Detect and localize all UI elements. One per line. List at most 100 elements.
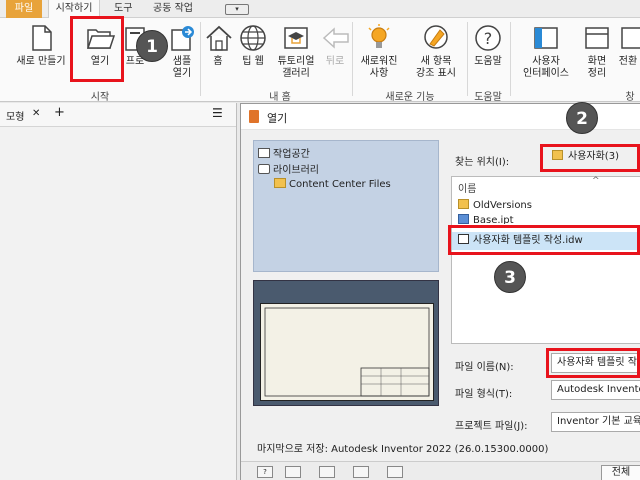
- step-badge-3: 3: [494, 261, 526, 293]
- menu-icon[interactable]: ☰: [212, 106, 223, 120]
- highlighter-icon: [420, 22, 452, 54]
- tips-web-button[interactable]: 팁 웹: [236, 22, 270, 68]
- group-label-window: 창: [625, 92, 635, 103]
- ribbon-separator: [352, 22, 353, 96]
- highlight-box-file: [448, 225, 640, 255]
- close-icon[interactable]: ✕: [32, 108, 40, 119]
- back-arrow-icon: [320, 22, 352, 54]
- whats-new-label-2: 사항: [369, 68, 389, 79]
- group-label-help: 도움말: [474, 92, 502, 103]
- model-browser-header: 모형 ✕ + ☰: [0, 103, 236, 127]
- arrange-windows-icon: [581, 22, 613, 54]
- help-button[interactable]: ? 도움말: [470, 22, 506, 68]
- highlight-box-look-in: [540, 144, 640, 172]
- tutorial-label-2: 갤러리: [282, 68, 310, 79]
- column-header-name[interactable]: 이름: [458, 180, 476, 195]
- open-samples-label-1: 샘플: [172, 56, 192, 67]
- question-mark-icon: ?: [472, 22, 504, 54]
- model-tab-label[interactable]: 모형: [6, 108, 24, 123]
- tree-item-workspace[interactable]: 작업공간: [258, 145, 310, 160]
- dialog-title: 열기: [267, 112, 288, 125]
- model-browser-panel: 모형 ✕ + ☰: [0, 103, 237, 480]
- inventor-app-icon: [249, 110, 259, 123]
- arrange-button[interactable]: 화면 정리: [580, 22, 614, 80]
- options-icon[interactable]: [387, 466, 403, 478]
- file-type-dropdown[interactable]: Autodesk Inventor: [551, 380, 640, 400]
- ui-label-2: 인터페이스: [523, 68, 569, 79]
- open-samples-icon: [166, 22, 198, 54]
- all-files-button[interactable]: 전체: [601, 465, 640, 480]
- ribbon-separator: [510, 22, 511, 96]
- look-in-label: 찾는 위치(I):: [455, 157, 510, 168]
- globe-icon: [237, 22, 269, 54]
- group-label-my-home: 내 홈: [269, 92, 291, 103]
- file-list[interactable]: 이름 ^ OldVersions Base.ipt 사용자화 템플릿 작성.id…: [451, 176, 640, 344]
- project-file-label: 프로젝트 파일(J):: [455, 421, 528, 432]
- sort-arrow-icon: ^: [592, 176, 600, 186]
- project-location-tree: 작업공간 라이브러리 Content Center Files: [253, 140, 439, 272]
- home-icon: [203, 22, 235, 54]
- back-button[interactable]: 뒤로: [320, 22, 350, 68]
- whats-new-button[interactable]: 새로워진 사항: [356, 22, 402, 80]
- new-button[interactable]: 새로 만들기: [12, 22, 70, 68]
- graduation-cap-icon: [280, 22, 312, 54]
- tips-web-label: 팁 웹: [242, 56, 264, 67]
- help-small-icon[interactable]: ?: [257, 466, 273, 478]
- part-file-icon: [458, 214, 469, 224]
- last-saved-info: 마지막으로 저장: Autodesk Inventor 2022 (26.0.1…: [257, 444, 549, 455]
- ribbon-separator: [200, 22, 201, 96]
- svg-text:?: ?: [484, 29, 493, 48]
- home-label: 홈: [213, 56, 223, 67]
- folder-icon: [458, 199, 469, 209]
- file-item[interactable]: Base.ipt: [458, 214, 514, 224]
- tree-item-libraries[interactable]: 라이브러리: [258, 161, 319, 176]
- tutorial-gallery-button[interactable]: 튜토리얼 갤러리: [271, 22, 321, 80]
- group-label-launch: 시작: [90, 92, 110, 103]
- project-file-dropdown[interactable]: Inventor 기본 교육: [551, 412, 640, 432]
- lightbulb-icon: [363, 22, 395, 54]
- new-button-label: 새로 만들기: [16, 56, 66, 67]
- preview-icon[interactable]: [319, 466, 335, 478]
- arrange-label-2: 정리: [587, 68, 607, 79]
- tab-collaborate[interactable]: 공동 작업: [153, 0, 193, 18]
- file-item[interactable]: OldVersions: [458, 198, 532, 214]
- tutorial-label-1: 튜토리얼: [277, 56, 315, 67]
- tree-item-label: 작업공간: [273, 149, 310, 160]
- highlight-box-open: [70, 16, 124, 82]
- ribbon-options-dropdown[interactable]: ▾: [225, 4, 249, 15]
- user-interface-button[interactable]: 사용자 인터페이스: [516, 22, 576, 80]
- switch-window-icon: [616, 22, 640, 54]
- tab-file[interactable]: 파일: [6, 0, 42, 18]
- step-badge-2: 2: [566, 102, 598, 134]
- find-icon[interactable]: [353, 466, 369, 478]
- ui-label-1: 사용자: [532, 56, 560, 67]
- highlight-label-2: 강조 표시: [416, 68, 456, 79]
- tree-item-label: Content Center Files: [289, 179, 391, 190]
- new-file-icon: [25, 22, 57, 54]
- workspace-icon: [258, 148, 270, 158]
- add-tab-icon[interactable]: +: [54, 105, 65, 120]
- switch-window-button[interactable]: 전환: [616, 22, 640, 68]
- file-item-label: OldVersions: [473, 200, 532, 211]
- highlight-box-file-name: [546, 348, 640, 378]
- whats-new-label-1: 새로워진: [360, 56, 398, 67]
- ribbon-separator: [467, 22, 468, 96]
- back-label: 뒤로: [325, 56, 345, 67]
- file-item-label: Base.ipt: [473, 215, 514, 225]
- ui-window-icon: [530, 22, 562, 54]
- tree-item-label: 라이브러리: [273, 165, 319, 176]
- tree-view-icon[interactable]: [285, 466, 301, 478]
- file-type-label: 파일 형식(T):: [455, 389, 513, 400]
- tree-item-content-center[interactable]: Content Center Files: [274, 178, 391, 190]
- open-samples-label-2: 열기: [172, 68, 192, 79]
- group-label-new-features: 새로운 기능: [385, 92, 435, 103]
- folder-icon: [274, 178, 286, 188]
- step-badge-1: 1: [136, 30, 168, 62]
- dialog-footer: ? 전체: [241, 461, 640, 480]
- highlight-new-button[interactable]: 새 항목 강조 표시: [408, 22, 464, 80]
- home-button[interactable]: 홈: [203, 22, 233, 68]
- title-block-graphic: [264, 307, 430, 397]
- open-samples-button[interactable]: 샘플 열기: [164, 22, 200, 80]
- help-label: 도움말: [474, 56, 502, 67]
- file-name-label: 파일 이름(N):: [455, 362, 514, 373]
